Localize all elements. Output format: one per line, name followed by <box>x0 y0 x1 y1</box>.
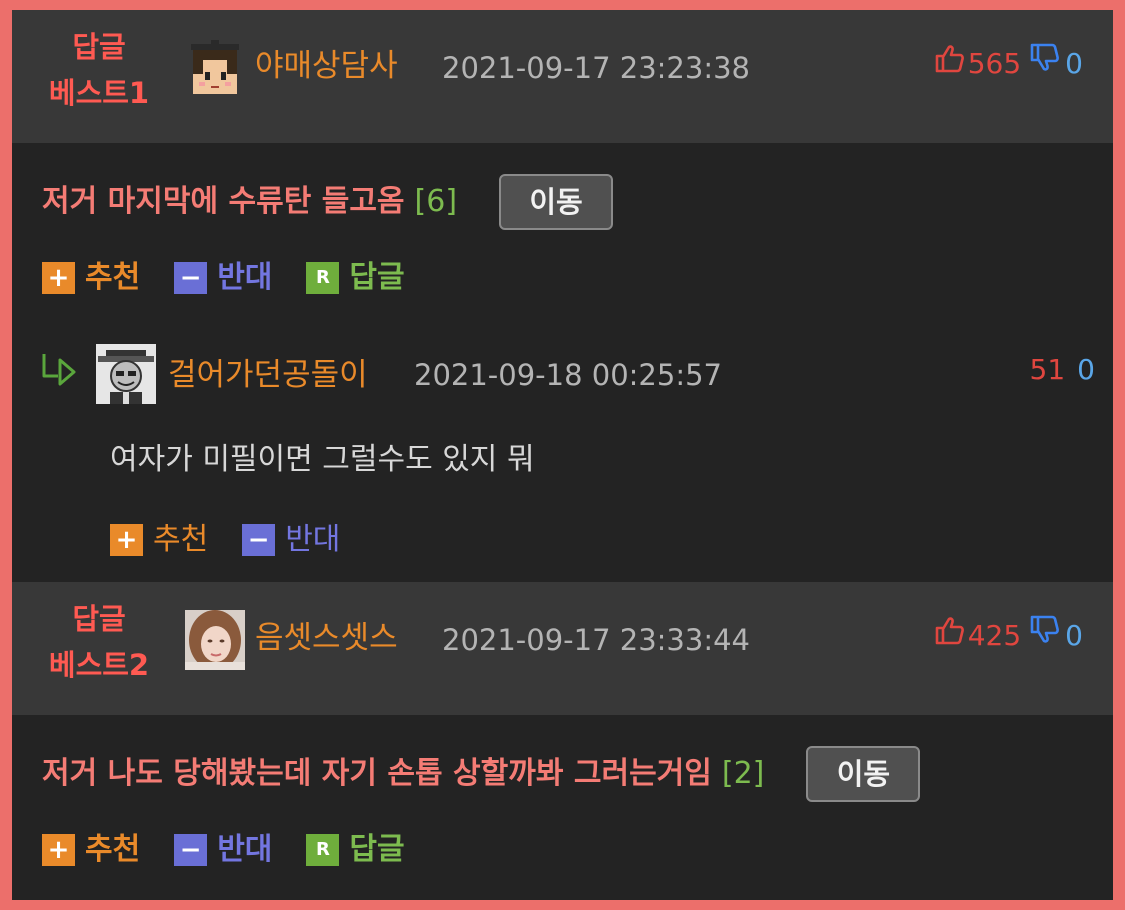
reply-count[interactable]: [6] <box>415 180 458 224</box>
oppose-button[interactable]: − 반대 <box>174 258 272 298</box>
upvote-count: 425 <box>967 618 1022 652</box>
reply-recommend-button[interactable]: + 추천 <box>110 520 208 560</box>
reply-count[interactable]: [2] <box>722 752 765 796</box>
reply-icon: R <box>306 262 340 294</box>
thumbs-up-icon <box>934 615 964 656</box>
best-tag-line2: 베스트2 <box>48 648 150 682</box>
downvote-count: 0 <box>1065 618 1083 652</box>
recommend-button[interactable]: + 추천 <box>42 830 140 870</box>
avatar[interactable] <box>185 610 245 670</box>
move-button[interactable]: 이동 <box>806 746 921 802</box>
comment-actions: + 추천 − 반대 R 답글 <box>42 258 439 298</box>
best-comment-header-2: 답글 베스트2 음셋스셋스 2021-09-17 23:33:44 425 0 <box>12 582 1113 715</box>
comment-datetime: 2021-09-17 23:33:44 <box>442 623 750 657</box>
recommend-label: 추천 <box>85 832 141 867</box>
thumbs-up-icon <box>934 43 964 84</box>
plus-icon: + <box>42 834 75 866</box>
reply-button[interactable]: R 답글 <box>306 830 405 870</box>
reply-oppose-button[interactable]: − 반대 <box>242 520 340 560</box>
recommend-button[interactable]: + 추천 <box>42 258 140 298</box>
oppose-button[interactable]: − 반대 <box>174 830 272 870</box>
best-tag-line2: 베스트1 <box>48 76 150 110</box>
plus-icon: + <box>110 524 143 556</box>
comment-text: 저거 나도 당해봤는데 자기 손톱 상할까봐 그러는거임 <box>42 756 712 791</box>
reply-arrow-icon <box>40 352 80 390</box>
upvote-count: 565 <box>967 46 1022 80</box>
comment-content: 저거 나도 당해봤는데 자기 손톱 상할까봐 그러는거임 [2] 이동 <box>42 746 921 802</box>
best-tag: 답글 베스트1 <box>24 24 174 116</box>
best-tag: 답글 베스트2 <box>24 596 174 688</box>
best-tag-line1: 답글 <box>72 30 126 64</box>
reply-nickname[interactable]: 걸어가던공돌이 <box>168 355 368 395</box>
minus-icon: − <box>174 262 208 294</box>
recommend-label: 추천 <box>153 522 209 557</box>
downvote-count: 0 <box>1065 46 1083 80</box>
nickname[interactable]: 야매상담사 <box>255 46 398 86</box>
comment-content: 저거 마지막에 수류탄 들고옴 [6] 이동 <box>42 174 614 230</box>
avatar[interactable] <box>96 344 156 404</box>
minus-icon: − <box>174 834 208 866</box>
reply-datetime: 2021-09-18 00:25:57 <box>414 358 722 392</box>
reply-upvote-count: 51 <box>1029 353 1066 386</box>
reply-actions: + 추천 − 반대 <box>110 520 374 560</box>
comment-text: 저거 마지막에 수류탄 들고옴 <box>42 184 405 219</box>
reply-vote-summary: 51 0 <box>1030 350 1095 390</box>
reply-downvote-count: 0 <box>1077 353 1095 386</box>
reply-content: 여자가 미필이면 그럴수도 있지 뭐 <box>110 442 535 477</box>
comment-datetime: 2021-09-17 23:23:38 <box>442 51 750 85</box>
oppose-label: 반대 <box>285 522 341 557</box>
move-button[interactable]: 이동 <box>499 174 614 230</box>
reply-label: 답글 <box>349 260 405 295</box>
best-tag-line1: 답글 <box>72 602 126 636</box>
thumbs-down-icon <box>1029 43 1060 84</box>
reply-label: 답글 <box>349 832 405 867</box>
thumbs-down-icon <box>1029 615 1060 656</box>
best-comment-header-1: 답글 베스트1 야매상담사 2021-09-17 23:23:38 565 0 <box>12 10 1113 143</box>
comment-frame: 답글 베스트1 야매상담사 2021-09-17 23:23:38 565 0 … <box>12 10 1113 900</box>
comment-actions: + 추천 − 반대 R 답글 <box>42 830 439 870</box>
reply-button[interactable]: R 답글 <box>306 258 405 298</box>
reply-icon: R <box>306 834 340 866</box>
oppose-label: 반대 <box>217 260 273 295</box>
plus-icon: + <box>42 262 75 294</box>
avatar[interactable] <box>185 38 245 98</box>
minus-icon: − <box>242 524 276 556</box>
oppose-label: 반대 <box>217 832 273 867</box>
recommend-label: 추천 <box>85 260 141 295</box>
vote-summary: 425 0 <box>934 615 1083 656</box>
vote-summary: 565 0 <box>934 43 1083 84</box>
nickname[interactable]: 음셋스셋스 <box>255 618 398 658</box>
